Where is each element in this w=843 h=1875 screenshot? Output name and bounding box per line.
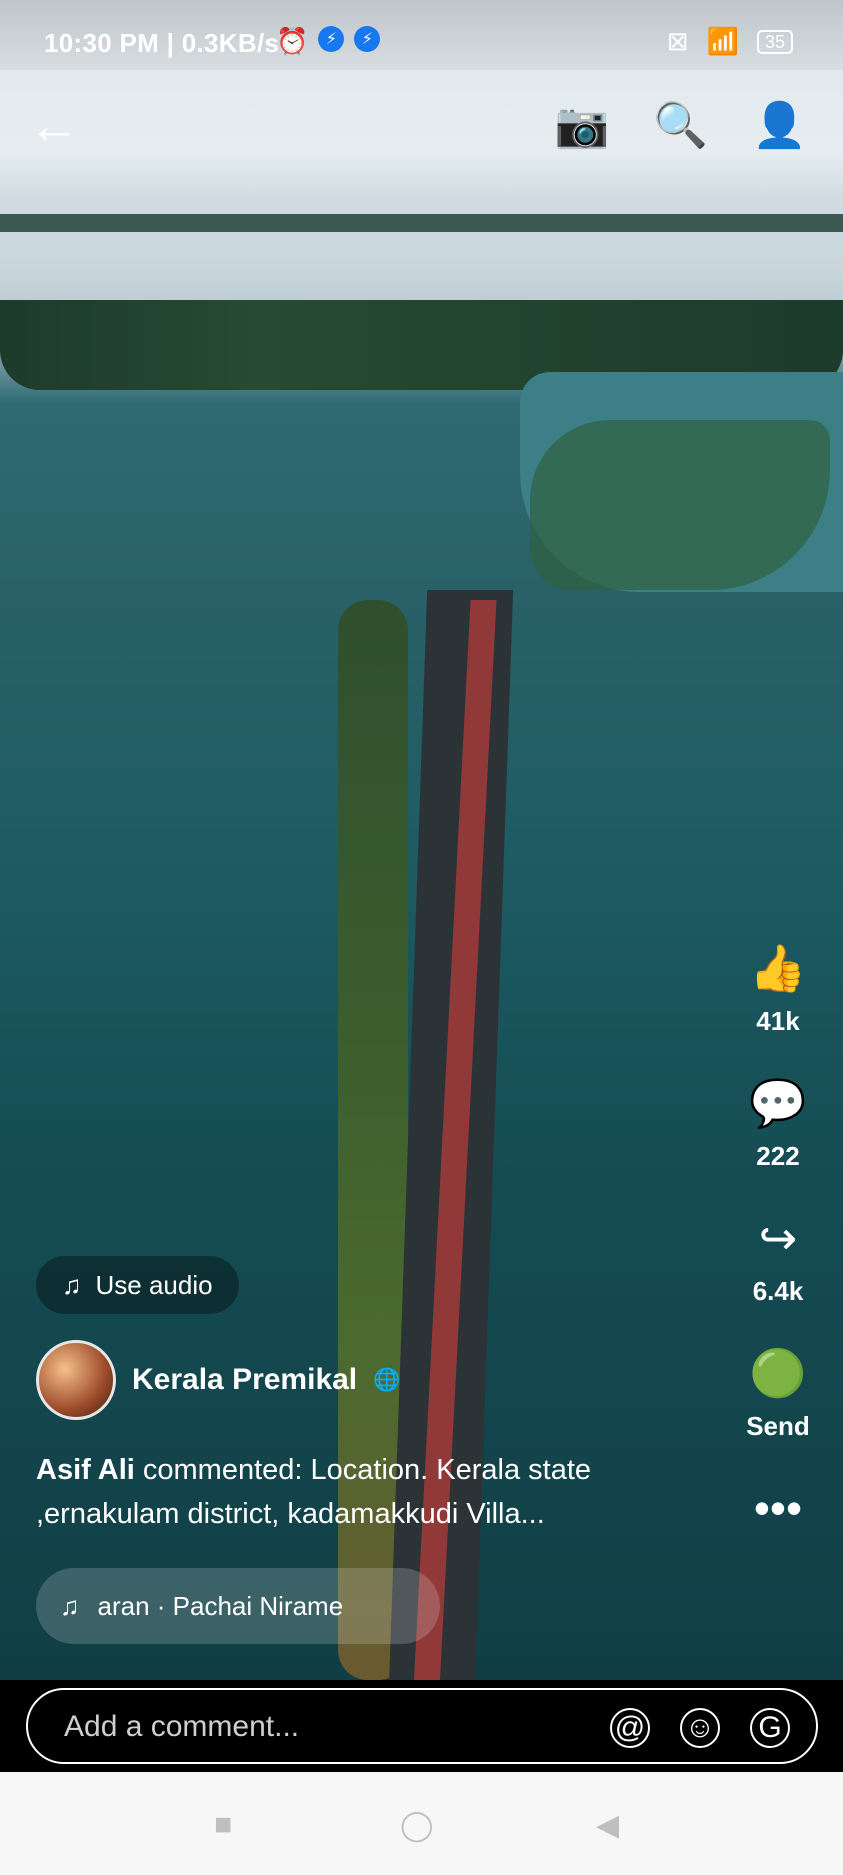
search-icon[interactable]: 🔍 bbox=[653, 104, 708, 148]
status-right-icons: ⊠ 📶 35 bbox=[667, 26, 793, 57]
action-rail: 👍 41k 💬 222 ↪ 6.4k 🟢 Send ••• bbox=[713, 940, 843, 1574]
emoji-icon[interactable]: ☺ bbox=[680, 1708, 720, 1748]
status-time: 10:30 PM | 0.3KB/s bbox=[44, 28, 280, 58]
post-author[interactable]: Kerala Premikal 🌐 bbox=[36, 1340, 401, 1420]
use-audio-button[interactable]: ♫ Use audio bbox=[36, 1256, 239, 1314]
share-arrow-icon[interactable]: ↪ bbox=[759, 1210, 798, 1266]
back-arrow-icon[interactable]: ← bbox=[28, 100, 80, 152]
messenger-icon: ⚡ bbox=[318, 26, 345, 52]
globe-icon: 🌐 bbox=[373, 1367, 401, 1392]
comment-input[interactable]: Add a comment... @ ☺ G bbox=[26, 1688, 818, 1764]
audio-track-title: aran · Pachai Nirame bbox=[97, 1590, 344, 1621]
music-note-icon: ♫ bbox=[60, 1590, 80, 1621]
back-icon[interactable]: ◀ bbox=[596, 1808, 619, 1843]
comment-placeholder: Add a comment... bbox=[64, 1710, 300, 1743]
mention-icon[interactable]: @ bbox=[610, 1708, 650, 1748]
comment-action[interactable]: 💬 222 bbox=[713, 1075, 843, 1172]
post-caption[interactable]: Asif Ali commented: Location. Kerala sta… bbox=[36, 1448, 696, 1536]
share-count: 6.4k bbox=[752, 1276, 804, 1306]
top-bar: ← 📷 🔍 👤 bbox=[0, 88, 843, 168]
gif-icon[interactable]: G bbox=[750, 1708, 790, 1748]
distant-shoreline bbox=[0, 214, 843, 232]
system-nav-bar: ■ ◯ ◀ bbox=[0, 1772, 843, 1875]
thumbs-up-icon[interactable]: 👍 bbox=[749, 940, 806, 996]
like-count: 41k bbox=[756, 1006, 800, 1036]
camera-icon[interactable]: 📷 bbox=[555, 104, 610, 148]
comment-bar: Add a comment... @ ☺ G bbox=[0, 1680, 843, 1772]
messenger-icon-2: ⚡ bbox=[354, 26, 381, 52]
like-action[interactable]: 👍 41k bbox=[713, 940, 843, 1037]
send-action[interactable]: 🟢 Send bbox=[713, 1345, 843, 1442]
audio-track-chip[interactable]: ♫ aran · Pachai Nirame bbox=[36, 1568, 440, 1644]
battery-indicator: 35 bbox=[756, 29, 793, 54]
send-label: Send bbox=[746, 1411, 810, 1441]
status-bar: 10:30 PM | 0.3KB/s ⏰ ⚡ ⚡ ⊠ 📶 35 bbox=[0, 0, 843, 70]
alarm-icon: ⏰ bbox=[276, 26, 309, 56]
recent-apps-icon[interactable]: ■ bbox=[214, 1808, 232, 1842]
comment-tools: @ ☺ G bbox=[610, 1708, 790, 1748]
music-note-icon: ♫ bbox=[62, 1269, 82, 1300]
sim-blocked-icon: ⊠ bbox=[666, 26, 689, 56]
status-left-icons: ⏰ ⚡ ⚡ bbox=[276, 26, 381, 57]
wifi-icon: 📶 bbox=[706, 26, 739, 56]
more-options-icon[interactable]: ••• bbox=[754, 1480, 802, 1536]
author-name[interactable]: Kerala Premikal bbox=[132, 1363, 357, 1397]
share-action[interactable]: ↪ 6.4k bbox=[713, 1210, 843, 1307]
comment-count: 222 bbox=[756, 1141, 800, 1171]
commenter-name[interactable]: Asif Ali bbox=[36, 1454, 135, 1486]
profile-icon[interactable]: 👤 bbox=[752, 104, 807, 148]
comment-bubble-icon[interactable]: 💬 bbox=[749, 1075, 806, 1131]
home-icon[interactable]: ◯ bbox=[400, 1808, 434, 1843]
top-right-icons: 📷 🔍 👤 bbox=[555, 104, 807, 148]
use-audio-label: Use audio bbox=[95, 1269, 213, 1300]
more-action[interactable]: ••• bbox=[713, 1480, 843, 1536]
author-avatar[interactable] bbox=[36, 1340, 116, 1420]
whatsapp-icon[interactable]: 🟢 bbox=[749, 1345, 806, 1401]
